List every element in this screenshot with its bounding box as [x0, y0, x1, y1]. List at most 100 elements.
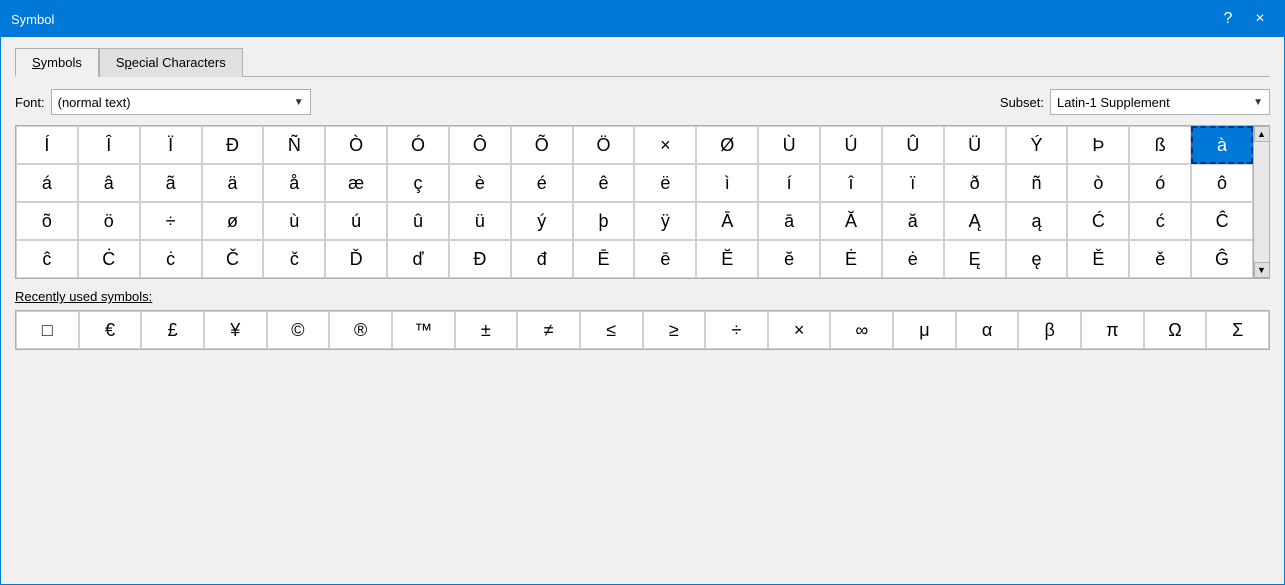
- symbol-cell[interactable]: đ: [511, 240, 573, 278]
- symbol-cell[interactable]: ê: [573, 164, 635, 202]
- recent-symbol-cell[interactable]: β: [1018, 311, 1081, 349]
- symbol-cell[interactable]: ď: [387, 240, 449, 278]
- symbol-cell[interactable]: þ: [573, 202, 635, 240]
- symbol-cell[interactable]: ý: [511, 202, 573, 240]
- scroll-down-button[interactable]: ▼: [1254, 262, 1270, 278]
- recent-symbol-cell[interactable]: £: [141, 311, 204, 349]
- symbol-cell[interactable]: â: [78, 164, 140, 202]
- symbol-cell[interactable]: è: [449, 164, 511, 202]
- recent-symbol-cell[interactable]: ≠: [517, 311, 580, 349]
- symbol-cell[interactable]: Ô: [449, 126, 511, 164]
- symbol-cell[interactable]: ã: [140, 164, 202, 202]
- symbol-cell[interactable]: ù: [263, 202, 325, 240]
- symbol-cell[interactable]: ð: [944, 164, 1006, 202]
- symbol-cell[interactable]: à: [1191, 126, 1253, 164]
- symbol-cell[interactable]: ï: [882, 164, 944, 202]
- symbol-cell[interactable]: ö: [78, 202, 140, 240]
- symbol-cell[interactable]: Í: [16, 126, 78, 164]
- symbol-cell[interactable]: Ó: [387, 126, 449, 164]
- recent-symbol-cell[interactable]: ≥: [643, 311, 706, 349]
- symbol-cell[interactable]: ò: [1067, 164, 1129, 202]
- symbol-cell[interactable]: Ú: [820, 126, 882, 164]
- help-button[interactable]: ?: [1214, 5, 1242, 33]
- tab-symbols[interactable]: Symbols: [15, 48, 99, 77]
- symbol-cell[interactable]: Û: [882, 126, 944, 164]
- symbol-cell[interactable]: ì: [696, 164, 758, 202]
- symbol-cell[interactable]: ě: [1129, 240, 1191, 278]
- recent-symbol-cell[interactable]: Σ: [1206, 311, 1269, 349]
- symbol-cell[interactable]: í: [758, 164, 820, 202]
- symbol-cell[interactable]: Ø: [696, 126, 758, 164]
- symbol-cell[interactable]: á: [16, 164, 78, 202]
- recent-symbol-cell[interactable]: ×: [768, 311, 831, 349]
- symbol-cell[interactable]: û: [387, 202, 449, 240]
- symbol-cell[interactable]: ë: [634, 164, 696, 202]
- symbol-cell[interactable]: ü: [449, 202, 511, 240]
- symbol-cell[interactable]: é: [511, 164, 573, 202]
- symbol-cell[interactable]: Ā: [696, 202, 758, 240]
- symbol-cell[interactable]: Ĝ: [1191, 240, 1253, 278]
- symbol-cell[interactable]: Ñ: [263, 126, 325, 164]
- scroll-up-button[interactable]: ▲: [1254, 126, 1270, 142]
- recent-symbol-cell[interactable]: α: [956, 311, 1019, 349]
- recent-symbol-cell[interactable]: ÷: [705, 311, 768, 349]
- symbol-cell[interactable]: Ċ: [78, 240, 140, 278]
- recent-symbol-cell[interactable]: Ω: [1144, 311, 1207, 349]
- symbol-cell[interactable]: Ĕ: [696, 240, 758, 278]
- symbol-cell[interactable]: ä: [202, 164, 264, 202]
- symbol-cell[interactable]: å: [263, 164, 325, 202]
- symbol-cell[interactable]: Ĉ: [1191, 202, 1253, 240]
- recent-symbol-cell[interactable]: ©: [267, 311, 330, 349]
- symbol-cell[interactable]: ç: [387, 164, 449, 202]
- recent-symbol-cell[interactable]: □: [16, 311, 79, 349]
- symbol-cell[interactable]: ę: [1006, 240, 1068, 278]
- symbol-cell[interactable]: Ė: [820, 240, 882, 278]
- symbol-cell[interactable]: Ù: [758, 126, 820, 164]
- symbol-cell[interactable]: ć: [1129, 202, 1191, 240]
- symbol-cell[interactable]: ú: [325, 202, 387, 240]
- symbol-cell[interactable]: ñ: [1006, 164, 1068, 202]
- symbol-cell[interactable]: ó: [1129, 164, 1191, 202]
- symbol-cell[interactable]: ĉ: [16, 240, 78, 278]
- symbol-cell[interactable]: Õ: [511, 126, 573, 164]
- recent-symbol-cell[interactable]: ™: [392, 311, 455, 349]
- symbol-cell[interactable]: Ę: [944, 240, 1006, 278]
- recent-symbol-cell[interactable]: π: [1081, 311, 1144, 349]
- symbol-cell[interactable]: ÿ: [634, 202, 696, 240]
- symbol-cell[interactable]: Ý: [1006, 126, 1068, 164]
- symbol-cell[interactable]: Ą: [944, 202, 1006, 240]
- symbol-cell[interactable]: ÷: [140, 202, 202, 240]
- recent-symbol-cell[interactable]: ¥: [204, 311, 267, 349]
- symbol-cell[interactable]: Î: [78, 126, 140, 164]
- symbol-cell[interactable]: ē: [634, 240, 696, 278]
- symbol-cell[interactable]: ø: [202, 202, 264, 240]
- symbol-cell[interactable]: Ö: [573, 126, 635, 164]
- recent-symbol-cell[interactable]: €: [79, 311, 142, 349]
- symbol-cell[interactable]: ×: [634, 126, 696, 164]
- subset-dropdown[interactable]: Latin-1 Supplement ▼: [1050, 89, 1270, 115]
- recent-symbol-cell[interactable]: ±: [455, 311, 518, 349]
- recent-symbol-cell[interactable]: ∞: [830, 311, 893, 349]
- symbol-cell[interactable]: Ï: [140, 126, 202, 164]
- symbol-cell[interactable]: Ü: [944, 126, 1006, 164]
- symbol-cell[interactable]: Ò: [325, 126, 387, 164]
- symbol-cell[interactable]: Č: [202, 240, 264, 278]
- tab-special-characters[interactable]: Special Characters: [99, 48, 243, 77]
- symbol-cell[interactable]: č: [263, 240, 325, 278]
- symbol-cell[interactable]: æ: [325, 164, 387, 202]
- symbol-cell[interactable]: ā: [758, 202, 820, 240]
- symbol-cell[interactable]: ă: [882, 202, 944, 240]
- symbol-cell[interactable]: ė: [882, 240, 944, 278]
- font-dropdown[interactable]: (normal text) ▼: [51, 89, 311, 115]
- symbol-cell[interactable]: ß: [1129, 126, 1191, 164]
- recent-symbol-cell[interactable]: ®: [329, 311, 392, 349]
- symbol-cell[interactable]: Ď: [325, 240, 387, 278]
- symbol-cell[interactable]: ĕ: [758, 240, 820, 278]
- symbol-cell[interactable]: ą: [1006, 202, 1068, 240]
- symbol-cell[interactable]: ċ: [140, 240, 202, 278]
- symbol-cell[interactable]: Ă: [820, 202, 882, 240]
- recent-symbol-cell[interactable]: ≤: [580, 311, 643, 349]
- symbol-cell[interactable]: Ē: [573, 240, 635, 278]
- symbol-cell[interactable]: î: [820, 164, 882, 202]
- symbol-cell[interactable]: Þ: [1067, 126, 1129, 164]
